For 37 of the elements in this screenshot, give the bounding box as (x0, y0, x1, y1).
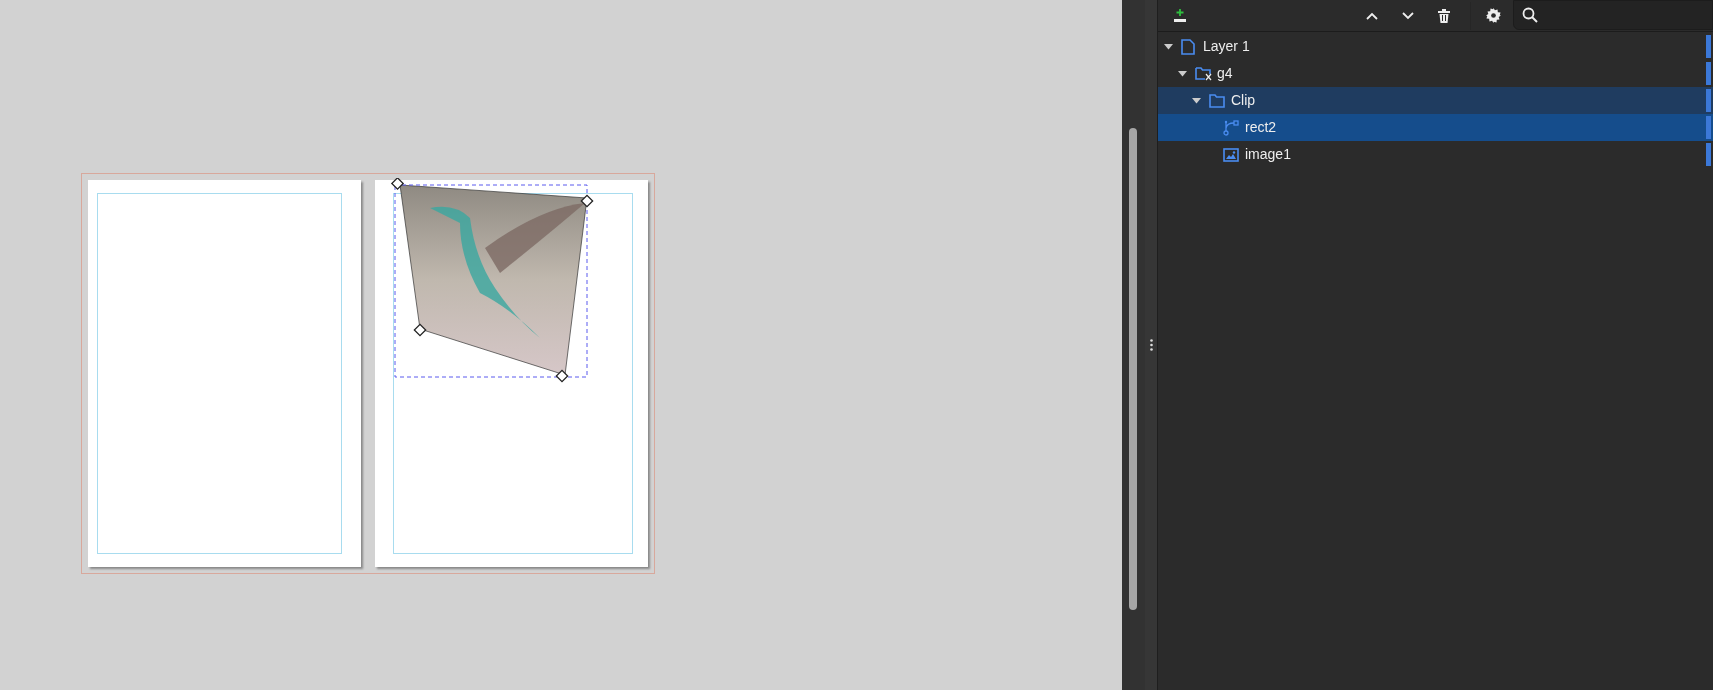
layer-label: image1 (1245, 145, 1291, 164)
chevron-up-icon (1366, 11, 1378, 20)
node-handle[interactable] (580, 194, 594, 208)
expander-down-icon[interactable] (1192, 97, 1201, 104)
layer-row[interactable]: image1 (1158, 141, 1713, 168)
layer-indicator (1706, 35, 1711, 58)
layer-indicator (1706, 143, 1711, 166)
layer-row[interactable]: rect2 (1158, 114, 1713, 141)
layer-label: g4 (1217, 64, 1233, 83)
layer-indicator (1706, 89, 1711, 112)
panel-handle[interactable] (1145, 0, 1158, 690)
search-field[interactable] (1513, 0, 1713, 30)
add-layer-icon (1173, 8, 1187, 23)
layer-label: Clip (1231, 91, 1256, 110)
chevron-down-icon (1402, 11, 1414, 20)
settings-icon (1485, 8, 1501, 23)
scrollbar-thumb[interactable] (1129, 128, 1137, 610)
page-icon (1181, 38, 1195, 55)
layer-label: rect2 (1245, 118, 1277, 137)
node-handle[interactable] (413, 323, 427, 337)
node-handle[interactable] (390, 178, 405, 191)
layer-row[interactable]: Layer 1 (1158, 33, 1713, 60)
grip-icon[interactable] (1149, 339, 1153, 351)
layer-row[interactable]: g4 (1158, 60, 1713, 87)
layer-indicator (1706, 116, 1711, 139)
folder-scissors-icon (1195, 65, 1213, 82)
node-handle[interactable] (555, 369, 569, 383)
search-icon (1522, 7, 1538, 23)
expander-down-icon[interactable] (1164, 43, 1173, 50)
bezier-path-icon (1223, 119, 1239, 136)
layer-row[interactable]: Clip (1158, 87, 1713, 114)
image-icon (1223, 147, 1239, 162)
trash-icon (1438, 8, 1450, 23)
folder-icon (1209, 93, 1225, 108)
layer-label: Layer 1 (1203, 37, 1250, 56)
layer-indicator (1706, 62, 1711, 85)
expander-down-icon[interactable] (1178, 70, 1187, 77)
